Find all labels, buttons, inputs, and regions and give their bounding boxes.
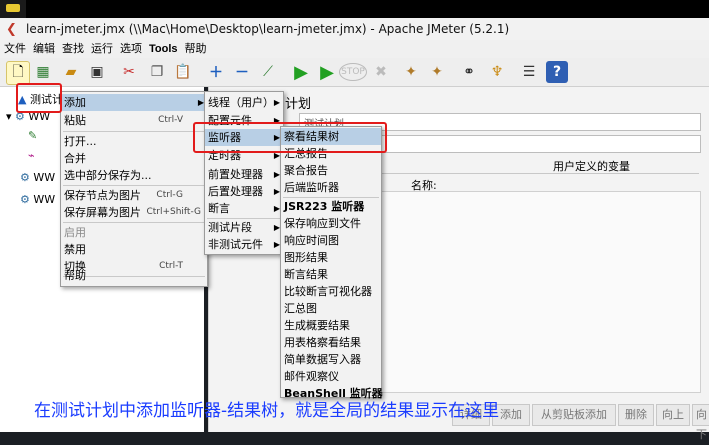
title-bar: ❮ learn-jmeter.jmx (\\Mac\Home\Desktop\l…: [0, 18, 709, 41]
menu-item-response-time-graph[interactable]: 响应时间图: [281, 232, 381, 249]
help-icon[interactable]: ?: [546, 61, 568, 83]
thread-group-icon: ⚙: [20, 193, 30, 206]
delete-button[interactable]: 删除: [618, 404, 654, 426]
app-logo-icon: [0, 0, 26, 18]
menu-item-save-node-image[interactable]: 保存节点为图片 Ctrl-G: [61, 187, 207, 204]
menu-help[interactable]: 帮助: [181, 40, 210, 56]
stop-icon[interactable]: STOP: [339, 61, 367, 83]
menu-item-merge[interactable]: 合并: [61, 150, 207, 167]
sampler-icon: ✎: [28, 129, 38, 142]
tree-item[interactable]: ⌁: [28, 149, 35, 162]
expand-icon: ▾: [6, 110, 12, 123]
paste-icon[interactable]: 📋: [172, 61, 194, 83]
menu-item-assertion-results[interactable]: 断言结果: [281, 266, 381, 283]
menu-item-open[interactable]: 打开...: [61, 133, 207, 150]
open-icon[interactable]: ▰: [60, 61, 82, 83]
add-from-clipboard-button[interactable]: 从剪贴板添加: [532, 404, 616, 426]
add-submenu: 线程（用户） ▶ 配置元件 ▶ 监听器 ▶ 定时器 ▶ 前置处理器 ▶ 后置处理器 ▶ 断言…: [204, 91, 284, 255]
separator: [63, 222, 205, 223]
menu-item-backend-listener[interactable]: 后端监听器: [281, 179, 381, 196]
menu-item-mailer-visualizer[interactable]: 邮件观察仪: [281, 368, 381, 385]
menu-item-enable[interactable]: 启用: [61, 224, 207, 241]
menu-search[interactable]: 查找: [58, 40, 87, 56]
menu-item-help[interactable]: 帮助: [61, 267, 206, 284]
search-icon[interactable]: ⚭: [458, 61, 480, 83]
copy-icon[interactable]: ❐: [146, 61, 168, 83]
clear-icon[interactable]: ✦: [400, 61, 422, 83]
save-icon[interactable]: ▣: [86, 61, 108, 83]
menu-bar: 文件 编辑 查找 运行 选项 Tools 帮助: [0, 40, 709, 58]
menu-item-assertion[interactable]: 断言 ▶: [205, 200, 283, 217]
menu-item-disable[interactable]: 禁用: [61, 241, 207, 258]
menu-item-add[interactable]: 添加 ▶: [61, 94, 207, 111]
clear-all-icon[interactable]: ✦: [426, 61, 448, 83]
menu-tools[interactable]: Tools: [145, 40, 181, 56]
start-icon[interactable]: ▶: [290, 61, 312, 83]
menu-item-non-test[interactable]: 非测试元件 ▶: [205, 236, 283, 253]
menu-item-paste[interactable]: 粘贴 Ctrl-V: [61, 112, 207, 129]
menu-item-test-fragment[interactable]: 测试片段 ▶: [205, 219, 283, 236]
menu-item-save-screen-image[interactable]: 保存屏幕为图片 Ctrl+Shift-G: [61, 204, 207, 221]
context-menu: 添加 ▶ 粘贴 Ctrl-V 打开... 合并 选中部分保存为... 保存节点为图片…: [60, 91, 208, 287]
jmeter-feather-icon: ❮: [6, 22, 17, 37]
menu-item-compare-assertion[interactable]: 比较断言可视化器: [281, 283, 381, 300]
menu-item-save-responses[interactable]: 保存响应到文件: [281, 215, 381, 232]
menu-item-generate-summary[interactable]: 生成概要结果: [281, 317, 381, 334]
menu-item-save-selection[interactable]: 选中部分保存为...: [61, 167, 207, 184]
shutdown-icon[interactable]: ✖: [370, 61, 392, 83]
function-helper-icon[interactable]: ☰: [518, 61, 540, 83]
start-no-pause-icon[interactable]: ▶: [316, 61, 338, 83]
page-title: 计划: [285, 97, 312, 112]
thread-group-icon: ⚙: [20, 171, 30, 184]
menu-run[interactable]: 运行: [87, 40, 116, 56]
separator: [63, 185, 205, 186]
menu-item-threads[interactable]: 线程（用户） ▶: [205, 94, 283, 111]
menu-item-post-processor[interactable]: 后置处理器 ▶: [205, 183, 283, 200]
caption: 在测试计划中添加监听器-结果树，就是全局的结果显示在这里: [34, 401, 500, 421]
menu-item-aggregate-graph[interactable]: 汇总图: [281, 300, 381, 317]
menu-item-simple-data-writer[interactable]: 简单数据写入器: [281, 351, 381, 368]
tree-item[interactable]: ⚙ WW: [20, 193, 55, 206]
annotation-box-test-plan: [16, 83, 62, 113]
tree-item[interactable]: ⚙ WW: [20, 171, 55, 184]
expand-icon[interactable]: ＋: [205, 61, 227, 83]
window-title: learn-jmeter.jmx (\\Mac\Home\Desktop\lea…: [26, 22, 510, 36]
menu-edit[interactable]: 编辑: [29, 40, 58, 56]
menu-item-view-results-table[interactable]: 用表格察看结果: [281, 334, 381, 351]
menu-options[interactable]: 选项: [116, 40, 145, 56]
collapse-icon[interactable]: －: [231, 61, 253, 83]
tree-item[interactable]: ✎: [28, 129, 37, 142]
templates-icon[interactable]: ▦: [32, 61, 54, 83]
menu-item-jsr223-listener[interactable]: JSR223 监听器: [281, 198, 381, 215]
toolbar: 🗋 ▦ ▰ ▣ ✂ ❐ 📋 ＋ － ⟋ ▶ ▶ STOP ✖ ✦ ✦ ⚭ ♆ ☰…: [0, 58, 709, 87]
menu-item-pre-processor[interactable]: 前置处理器 ▶: [205, 166, 283, 183]
user-vars-title: 用户定义的变量: [553, 160, 630, 173]
separator: [63, 131, 205, 132]
listener-icon: ⌁: [28, 149, 35, 162]
menu-file[interactable]: 文件: [0, 40, 29, 56]
reset-search-icon[interactable]: ♆: [486, 61, 508, 83]
menu-item-graph-results[interactable]: 图形结果: [281, 249, 381, 266]
cut-icon[interactable]: ✂: [118, 61, 140, 83]
toggle-icon[interactable]: ⟋: [257, 61, 279, 83]
menu-item-aggregate-report[interactable]: 聚合报告: [281, 162, 381, 179]
listener-submenu: 察看结果树 汇总报告 聚合报告 后端监听器 JSR223 监听器 保存响应到文件…: [280, 126, 383, 400]
move-down-button[interactable]: 向下: [692, 404, 709, 441]
new-icon[interactable]: 🗋: [6, 61, 30, 85]
move-up-button[interactable]: 向上: [656, 404, 690, 426]
annotation-box-listener: [193, 122, 387, 153]
top-strip: [0, 0, 709, 18]
